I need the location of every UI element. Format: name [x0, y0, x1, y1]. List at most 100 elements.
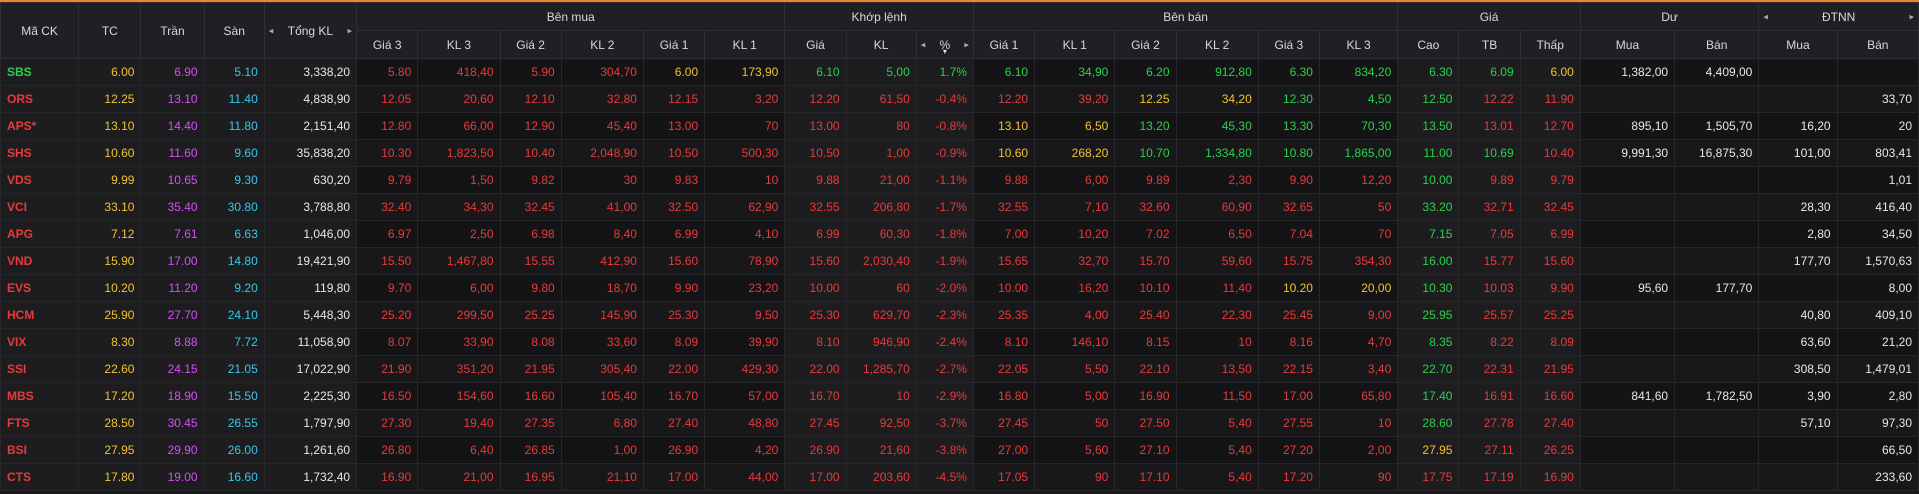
- cell-sell-vol-2: 5,40: [1175, 409, 1259, 437]
- cell-remain-buy: 895,10: [1579, 112, 1676, 140]
- col-sell-vol-1[interactable]: KL 1: [1034, 30, 1116, 59]
- table-row[interactable]: VIX 8.30 8.88 7.72 11,058,90 8.07 33,90 8.08 33,…: [0, 328, 1919, 356]
- col-buy-price-1[interactable]: Giá 1: [642, 30, 706, 59]
- cell-symbol[interactable]: ORS: [0, 85, 80, 113]
- cell-symbol[interactable]: MBS: [0, 382, 80, 410]
- cell-symbol[interactable]: BSI: [0, 436, 80, 464]
- cell-buy-vol-3: 1,823,50: [417, 139, 501, 167]
- cell-high: 10.00: [1397, 166, 1460, 194]
- table-row[interactable]: VDS 9.99 10.65 9.30 630,20 9.79 1,50 9.82 30 9.83…: [0, 166, 1919, 194]
- col-total-volume[interactable]: ◂ Tổng KL ▸: [263, 2, 358, 59]
- cell-buy-price-3: 8.07: [356, 328, 419, 356]
- cell-remain-sell: [1674, 220, 1760, 248]
- col-buy-vol-3[interactable]: KL 3: [417, 30, 501, 59]
- cell-sell-price-1: 27.00: [972, 436, 1036, 464]
- cell-ceiling: 10.65: [140, 166, 205, 194]
- cell-symbol[interactable]: VCI: [0, 193, 80, 221]
- table-row[interactable]: VCI 33.10 35.40 30.80 3,788,80 32.40 34,30 32.4…: [0, 193, 1919, 221]
- cell-floor: 11.80: [203, 112, 265, 140]
- cell-remain-buy: 1,382,00: [1579, 58, 1676, 86]
- cell-symbol[interactable]: VND: [0, 247, 80, 275]
- table-row[interactable]: ORS 12.25 13.10 11.40 4,838,90 12.05 20,60 12.1…: [0, 85, 1919, 113]
- cell-match-price: 22.00: [784, 355, 847, 383]
- cell-symbol[interactable]: VDS: [0, 166, 80, 194]
- col-sell-vol-2[interactable]: KL 2: [1175, 30, 1259, 59]
- cell-foreign-buy: 3,90: [1758, 382, 1838, 410]
- cell-symbol[interactable]: CTS: [0, 463, 80, 491]
- chevron-right-icon[interactable]: ▸: [1909, 11, 1914, 22]
- col-sell-price-2[interactable]: Giá 2: [1114, 30, 1177, 59]
- col-remain-buy[interactable]: Mua: [1579, 30, 1676, 59]
- chevron-left-icon[interactable]: ◂: [921, 39, 926, 50]
- chevron-right-icon[interactable]: ▸: [348, 25, 353, 36]
- col-ceiling[interactable]: Trần: [140, 2, 205, 59]
- col-remain-sell[interactable]: Bán: [1674, 30, 1760, 59]
- col-sell-price-3[interactable]: Giá 3: [1257, 30, 1320, 59]
- col-high[interactable]: Cao: [1397, 30, 1460, 59]
- table-row[interactable]: MBS 17.20 18.90 15.50 2,225,30 16.50 154,60 16.…: [0, 382, 1919, 410]
- cell-remain-buy: [1579, 247, 1676, 275]
- cell-symbol[interactable]: APG: [0, 220, 80, 248]
- cell-buy-price-1: 13.00: [642, 112, 706, 140]
- chevron-right-icon[interactable]: ▸: [964, 39, 969, 50]
- cell-symbol[interactable]: APS*: [0, 112, 80, 140]
- col-buy-price-3[interactable]: Giá 3: [356, 30, 419, 59]
- cell-buy-vol-1: 173,90: [704, 58, 786, 86]
- cell-avg: 9.89: [1458, 166, 1521, 194]
- cell-buy-vol-3: 1,467,80: [417, 247, 501, 275]
- cell-floor: 5.10: [203, 58, 265, 86]
- col-foreign-buy[interactable]: Mua: [1758, 30, 1838, 59]
- col-low[interactable]: Thấp: [1519, 30, 1581, 59]
- cell-buy-price-3: 21.90: [356, 355, 419, 383]
- col-buy-price-2[interactable]: Giá 2: [499, 30, 562, 59]
- table-row[interactable]: APG 7.12 7.61 6.63 1,046,00 6.97 2,50 6.98 8,40 6…: [0, 220, 1919, 248]
- cell-buy-vol-1: 78,90: [704, 247, 786, 275]
- col-buy-vol-1[interactable]: KL 1: [704, 30, 786, 59]
- chevron-left-icon[interactable]: ◂: [269, 25, 274, 36]
- cell-buy-vol-3: 66,00: [417, 112, 501, 140]
- cell-symbol[interactable]: SHS: [0, 139, 80, 167]
- table-row[interactable]: EVS 10.20 11.20 9.20 119,80 9.70 6,00 9.80 18,70…: [0, 274, 1919, 302]
- col-foreign-sell[interactable]: Bán: [1836, 30, 1919, 59]
- table-row[interactable]: SSI 22.60 24.15 21.05 17,022,90 21.90 351,20 21…: [0, 355, 1919, 383]
- cell-symbol[interactable]: SBS: [0, 58, 80, 86]
- col-avg[interactable]: TB: [1458, 30, 1521, 59]
- col-buy-vol-2[interactable]: KL 2: [560, 30, 644, 59]
- col-sell-price-1[interactable]: Giá 1: [972, 30, 1036, 59]
- cell-match-price: 32.55: [784, 193, 847, 221]
- cell-symbol[interactable]: HCM: [0, 301, 80, 329]
- col-floor[interactable]: Sàn: [203, 2, 265, 59]
- cell-symbol[interactable]: EVS: [0, 274, 80, 302]
- col-match-percent[interactable]: ◂ % ▾ ▸: [915, 30, 974, 59]
- table-row[interactable]: APS* 13.10 14.40 11.80 2,151,40 12.80 66,00 12.…: [0, 112, 1919, 140]
- cell-buy-vol-3: 33,90: [417, 328, 501, 356]
- chevron-left-icon[interactable]: ◂: [1763, 11, 1768, 22]
- cell-avg: 6.09: [1458, 58, 1521, 86]
- col-sell-vol-3[interactable]: KL 3: [1318, 30, 1399, 59]
- cell-symbol[interactable]: SSI: [0, 355, 80, 383]
- col-match-volume[interactable]: KL: [845, 30, 917, 59]
- cell-buy-price-3: 10.30: [356, 139, 419, 167]
- cell-symbol[interactable]: VIX: [0, 328, 80, 356]
- cell-symbol[interactable]: FTS: [0, 409, 80, 437]
- table-row[interactable]: CTS 17.80 19.00 16.60 1,732,40 16.90 21,00 16.9…: [0, 463, 1919, 491]
- cell-foreign-sell: 34,50: [1836, 220, 1919, 248]
- table-row[interactable]: SBS 6.00 6.90 5.10 3,338,20 5.80 418,40 5.90 304…: [0, 58, 1919, 86]
- cell-tc: 10.20: [78, 274, 142, 302]
- table-row[interactable]: BSI 27.95 29.90 26.00 1,261,60 26.80 6,40 26.85…: [0, 436, 1919, 464]
- table-row[interactable]: SHS 10.60 11.60 9.60 35,838,20 10.30 1,823,50 1…: [0, 139, 1919, 167]
- table-row[interactable]: VND 15.90 17.00 14.80 19,421,90 15.50 1,467,80…: [0, 247, 1919, 275]
- cell-floor: 14.80: [203, 247, 265, 275]
- cell-buy-vol-2: 32,80: [560, 85, 644, 113]
- table-row[interactable]: HCM 25.90 27.70 24.10 5,448,30 25.20 299,50 25.…: [0, 301, 1919, 329]
- cell-tc: 33.10: [78, 193, 142, 221]
- cell-sell-price-3: 10.20: [1257, 274, 1320, 302]
- col-tc[interactable]: TC: [78, 2, 142, 59]
- col-match-price[interactable]: Giá: [784, 30, 847, 59]
- col-symbol[interactable]: Mã CK: [0, 2, 80, 59]
- cell-ceiling: 35.40: [140, 193, 205, 221]
- cell-buy-price-3: 25.20: [356, 301, 419, 329]
- table-row[interactable]: FTS 28.50 30.45 26.55 1,797,90 27.30 19,40 27.3…: [0, 409, 1919, 437]
- cell-avg: 16.91: [1458, 382, 1521, 410]
- cell-match-volume: 60: [845, 274, 917, 302]
